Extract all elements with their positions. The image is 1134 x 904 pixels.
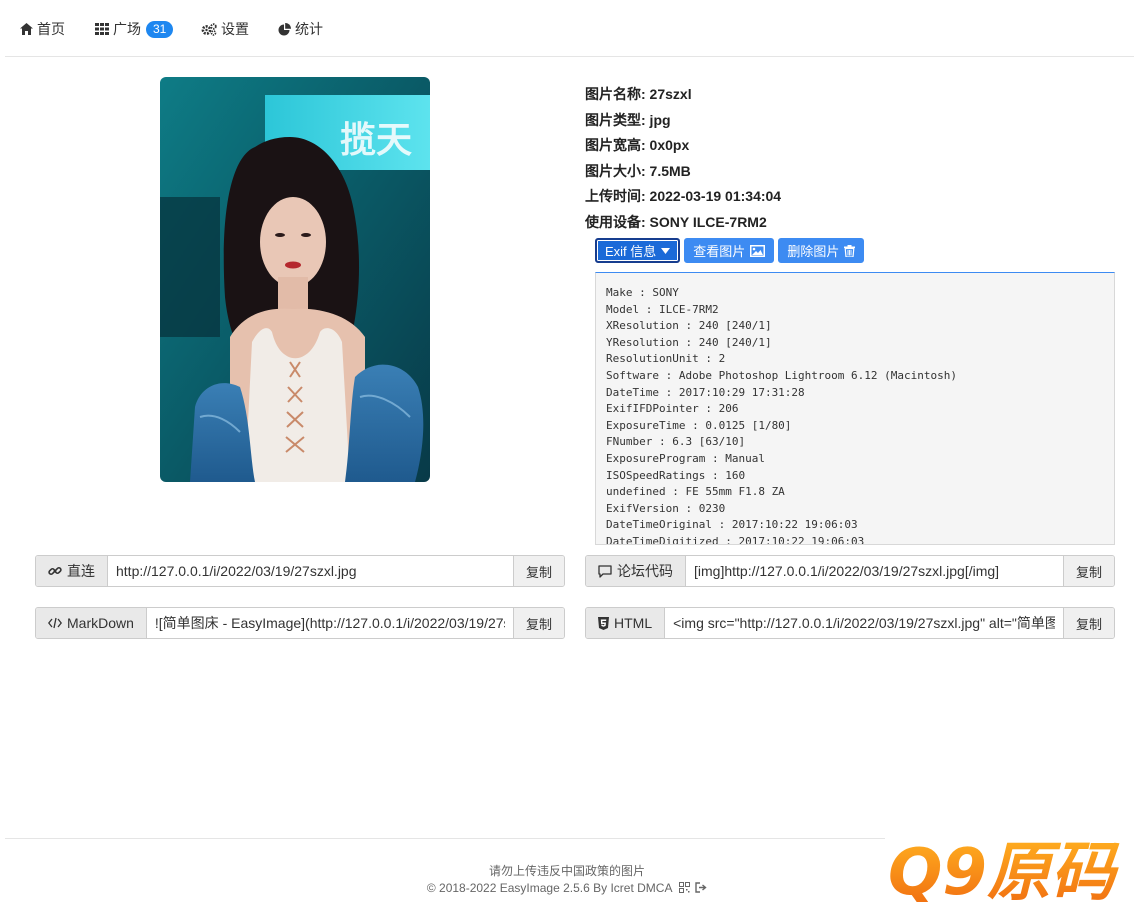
exif-line: DateTimeDigitized : 2017:10:22 19:06:03 [606, 534, 865, 545]
html-label: HTML [586, 608, 666, 638]
view-image-button[interactable]: 查看图片 [684, 238, 775, 263]
gears-icon [201, 22, 217, 36]
delete-image-label: 删除图片 [787, 244, 840, 259]
exif-line: ResolutionUnit : 2 [606, 352, 726, 366]
camera-device: 使用设备: SONY ILCE-7RM2 [585, 213, 767, 230]
grid-icon [95, 23, 109, 35]
direct-link-input[interactable] [108, 556, 513, 586]
image-actions: Exif 信息 查看图片 删除图片 [595, 238, 865, 263]
upload-time: 上传时间: 2022-03-19 01:34:04 [585, 188, 782, 204]
html5-icon [598, 616, 609, 630]
nav-square-label: 广场 [113, 21, 141, 37]
copy-bbcode-button[interactable]: 复制 [1062, 556, 1114, 586]
copy-markdown-button[interactable]: 复制 [512, 608, 564, 638]
markdown-label: MarkDown [36, 608, 147, 638]
exif-line: ExposureTime : 0.0125 [1/80] [606, 418, 792, 432]
exif-panel[interactable]: Make : SONY Model : ILCE-7RM2 XResolutio… [595, 272, 1115, 545]
nav-settings[interactable]: 设置 [201, 19, 249, 39]
exif-line: undefined : FE 55mm F1.8 ZA [606, 485, 785, 499]
nav-stats[interactable]: 统计 [278, 19, 323, 39]
image-dimensions: 图片宽高: 0x0px [585, 137, 690, 153]
nav-stats-label: 统计 [295, 21, 323, 37]
copy-html-button[interactable]: 复制 [1062, 608, 1114, 638]
html-text: HTML [614, 615, 653, 631]
copyright-text[interactable]: © 2018-2022 EasyImage 2.5.6 By Icret DMC… [427, 881, 673, 895]
copy-direct-button[interactable]: 复制 [512, 556, 564, 586]
exif-line: XResolution : 240 [240/1] [606, 319, 772, 333]
image-info: 图片名称: 27szxl 图片类型: jpg 图片宽高: 0x0px 图片大小:… [585, 84, 1105, 237]
trash-icon [844, 244, 856, 257]
exif-line: ExposureProgram : Manual [606, 451, 765, 465]
image-size: 图片大小: 7.5MB [585, 162, 691, 179]
nav-home-label: 首页 [37, 21, 65, 37]
html-input[interactable] [665, 608, 1063, 638]
exif-line: DateTimeOriginal : 2017:10:22 19:06:03 [606, 518, 858, 532]
direct-link-row: 直连 复制 [35, 555, 565, 587]
exif-line: YResolution : 240 [240/1] [606, 335, 772, 349]
sign-out-icon[interactable] [695, 882, 707, 894]
watermark-text: Q9原码 [888, 836, 1120, 902]
caret-down-icon [661, 247, 671, 254]
exif-line: ExifVersion : 0230 [606, 501, 726, 515]
qrcode-icon[interactable] [678, 882, 690, 894]
pie-chart-icon [278, 22, 291, 35]
direct-link-text: 直连 [67, 563, 95, 579]
bbcode-row: 论坛代码 复制 [585, 555, 1115, 587]
svg-text:揽天: 揽天 [340, 120, 412, 161]
direct-link-label: 直连 [36, 556, 108, 586]
q9-watermark-logo: Q9原码 [886, 830, 1131, 904]
markdown-input[interactable] [146, 608, 513, 638]
bbcode-label: 论坛代码 [586, 556, 686, 586]
bbcode-input[interactable] [686, 556, 1063, 586]
exif-info-button[interactable]: Exif 信息 [595, 238, 681, 263]
image-type: 图片类型: jpg [585, 111, 671, 128]
bbcode-text: 论坛代码 [617, 563, 673, 579]
code-icon [48, 617, 62, 629]
html-row: HTML 复制 [585, 607, 1115, 639]
exif-line: DateTime : 2017:10:29 17:31:28 [606, 385, 805, 399]
top-nav: 首页 广场 31 设置 统计 [5, 0, 1134, 57]
comment-icon [598, 564, 612, 578]
exif-line: FNumber : 6.3 [63/10] [606, 435, 746, 449]
nav-square[interactable]: 广场 31 [95, 19, 174, 39]
image-icon [750, 244, 766, 257]
exif-info-label: Exif 信息 [605, 244, 657, 259]
nav-settings-label: 设置 [221, 21, 249, 37]
image-name: 图片名称: 27szxl [585, 86, 692, 102]
footer-divider [5, 838, 885, 839]
exif-line: Model : ILCE-7RM2 [606, 302, 719, 316]
markdown-text: MarkDown [67, 615, 134, 631]
uploaded-image[interactable]: 揽天 [160, 77, 430, 482]
exif-line: Make : SONY [606, 286, 679, 299]
view-image-label: 查看图片 [693, 244, 746, 259]
link-icon [48, 566, 62, 576]
square-count-badge: 31 [146, 20, 174, 38]
nav-home[interactable]: 首页 [20, 19, 65, 39]
delete-image-button[interactable]: 删除图片 [778, 238, 865, 263]
markdown-row: MarkDown 复制 [35, 607, 565, 639]
exif-line: ISOSpeedRatings : 160 [606, 468, 746, 482]
exif-line: ExifIFDPointer : 206 [606, 402, 739, 416]
exif-line: Software : Adobe Photoshop Lightroom 6.1… [606, 368, 957, 382]
home-icon [20, 23, 33, 35]
